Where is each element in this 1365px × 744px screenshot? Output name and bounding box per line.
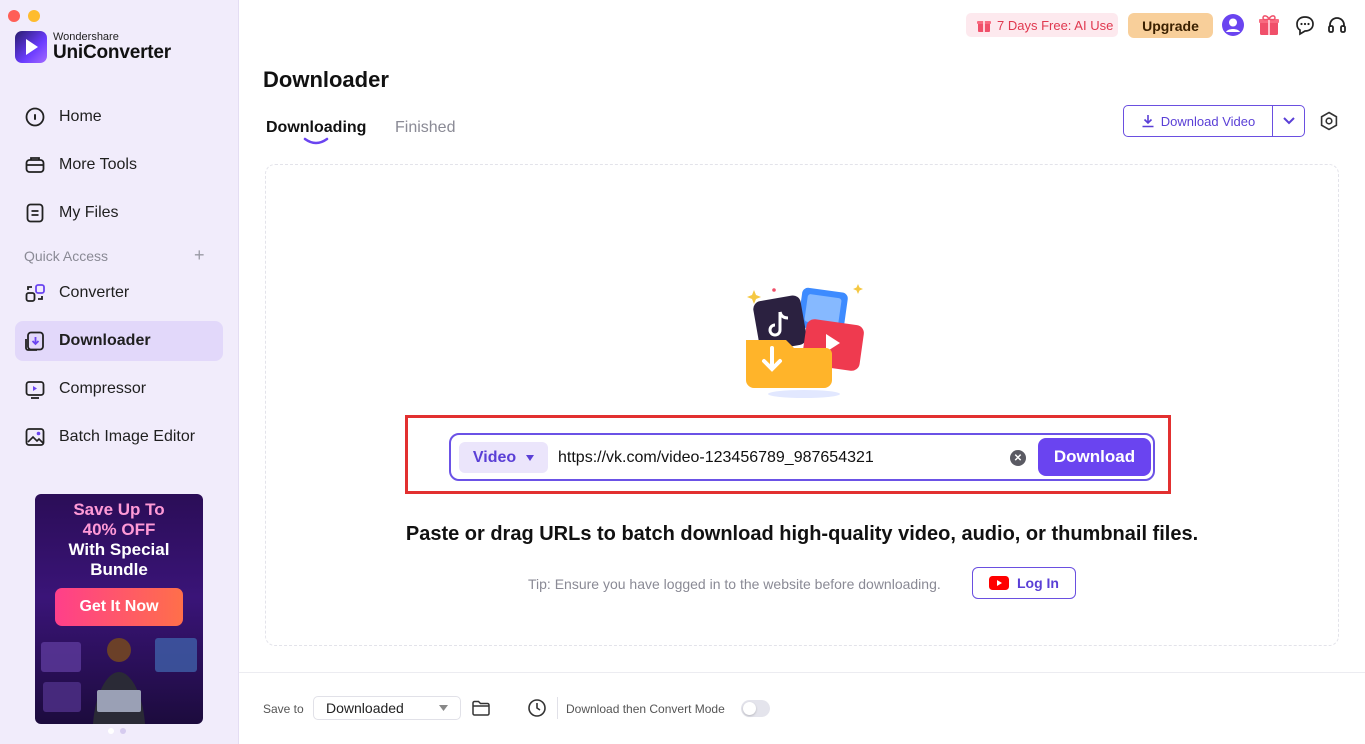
sidebar: Wondershare UniConverter Home More Tools…	[0, 0, 239, 744]
settings-icon[interactable]	[1318, 110, 1340, 132]
download-video-button[interactable]: Download Video	[1124, 106, 1273, 136]
download-video-label: Download Video	[1160, 113, 1256, 129]
downloader-icon	[24, 330, 46, 352]
uniconverter-logo-icon	[15, 31, 47, 63]
home-icon	[24, 106, 46, 128]
download-icon	[1142, 115, 1154, 128]
sidebar-item-home[interactable]: Home	[15, 97, 223, 137]
dropzone-headline: Paste or drag URLs to batch download hig…	[405, 523, 1199, 545]
download-button[interactable]: Download	[1038, 438, 1151, 476]
promo-pagination	[108, 728, 126, 734]
brand-product: UniConverter	[53, 42, 171, 63]
url-drop-zone[interactable]	[265, 164, 1339, 646]
media-type-value: Video	[472, 448, 517, 466]
gift-icon[interactable]	[1257, 13, 1281, 37]
youtube-icon	[989, 576, 1009, 590]
add-quick-access-icon[interactable]: +	[194, 245, 205, 266]
compressor-icon	[24, 378, 46, 400]
footer-divider	[239, 672, 1365, 673]
promo-discount: 40% OFF	[82, 520, 156, 539]
convert-mode-toggle[interactable]	[741, 700, 770, 717]
gift-icon	[977, 21, 991, 32]
sidebar-item-downloader[interactable]: Downloader	[15, 321, 223, 361]
sidebar-item-label: Home	[59, 108, 102, 125]
sidebar-item-compressor[interactable]: Compressor	[15, 369, 223, 409]
promo-page-dot[interactable]	[120, 728, 126, 734]
sidebar-item-batch-image-editor[interactable]: Batch Image Editor	[15, 417, 223, 457]
toolbox-icon	[24, 154, 46, 176]
minimize-window-button[interactable]	[28, 10, 40, 22]
image-editor-icon	[24, 426, 46, 448]
promo-line: With Special	[68, 540, 170, 559]
folder-icon[interactable]	[471, 698, 491, 718]
caret-down-icon	[439, 705, 448, 711]
sidebar-item-label: Compressor	[59, 380, 147, 397]
promo-line: Save Up To	[73, 500, 165, 519]
sidebar-item-label: Batch Image Editor	[59, 428, 196, 445]
url-input[interactable]	[558, 443, 998, 473]
sidebar-item-label: More Tools	[59, 156, 137, 173]
log-in-label: Log In	[1017, 575, 1059, 591]
sidebar-item-more-tools[interactable]: More Tools	[15, 145, 223, 185]
active-tab-indicator	[303, 137, 329, 145]
account-avatar-icon[interactable]	[1221, 13, 1245, 37]
ai-trial-text: 7 Days Free: AI Use	[997, 17, 1114, 33]
download-options-dropdown[interactable]	[1273, 106, 1304, 136]
tab-downloading[interactable]: Downloading	[266, 119, 366, 137]
headset-support-icon[interactable]	[1325, 13, 1349, 37]
save-to-value: Downloaded	[326, 700, 404, 716]
upgrade-button[interactable]: Upgrade	[1128, 13, 1213, 38]
file-icon	[24, 202, 46, 224]
footer-separator	[557, 697, 558, 719]
promo-banner[interactable]: Save Up To 40% OFF With Special Bundle G…	[35, 494, 203, 724]
promo-page-dot[interactable]	[108, 728, 114, 734]
sidebar-item-label: Downloader	[59, 332, 151, 349]
save-to-label: Save to	[263, 702, 304, 716]
page-title: Downloader	[263, 67, 389, 92]
window-controls	[8, 10, 40, 22]
url-input-bar: Video ✕ Download	[449, 433, 1155, 481]
sidebar-item-label: My Files	[59, 204, 119, 221]
convert-mode-label: Download then Convert Mode	[566, 702, 725, 716]
close-window-button[interactable]	[8, 10, 20, 22]
tab-finished[interactable]: Finished	[395, 119, 455, 137]
ai-trial-badge[interactable]: 7 Days Free: AI Use	[966, 13, 1118, 37]
save-to-select[interactable]: Downloaded	[313, 696, 461, 720]
app-brand: Wondershare UniConverter	[15, 31, 171, 63]
log-in-button[interactable]: Log In	[972, 567, 1076, 599]
sidebar-item-converter[interactable]: Converter	[15, 273, 223, 313]
promo-illustration	[41, 638, 197, 724]
feedback-icon[interactable]	[1293, 13, 1317, 37]
downloader-illustration	[746, 284, 864, 398]
sidebar-item-my-files[interactable]: My Files	[15, 193, 223, 233]
media-type-select[interactable]: Video	[459, 442, 548, 473]
sidebar-item-label: Converter	[59, 284, 130, 301]
clear-url-button[interactable]: ✕	[1010, 450, 1026, 466]
download-video-split-button: Download Video	[1123, 105, 1305, 137]
login-tip: Tip: Ensure you have logged in to the we…	[528, 576, 941, 592]
clock-history-icon[interactable]	[527, 698, 547, 718]
promo-line: Bundle	[90, 560, 148, 579]
caret-down-icon	[526, 454, 535, 461]
converter-icon	[24, 282, 46, 304]
chevron-down-icon	[1282, 117, 1295, 125]
quick-access-label: Quick Access	[24, 248, 109, 264]
